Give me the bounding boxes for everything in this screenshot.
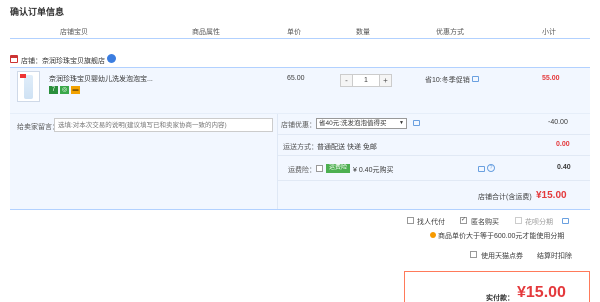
shipping-method: 普通配送 快递 免邮 <box>317 144 377 151</box>
insurance-checkbox[interactable] <box>316 165 323 172</box>
anonymous-checkbox[interactable]: ✓ <box>460 217 467 224</box>
shop-icon <box>10 55 18 63</box>
pay-for-other-label[interactable]: 找人代付 <box>417 217 445 227</box>
col-discount: 优惠方式 <box>436 29 464 36</box>
pay-for-other-checkbox[interactable] <box>407 217 414 224</box>
unit-price: 65.00 <box>287 75 305 82</box>
tmall-points-deduct: 结算时扣除 <box>537 253 572 260</box>
insurance-tag: 运费险 <box>326 164 350 173</box>
divider <box>278 134 590 135</box>
insurance-label: 运费险： <box>288 167 316 174</box>
item-promotion: 省10:冬季促销 <box>425 77 470 84</box>
insurance-amount: 0.40 <box>557 164 571 171</box>
divider <box>278 155 590 156</box>
tmall-points-checkbox[interactable] <box>470 251 477 258</box>
shop-name[interactable]: 店铺：奈润珍珠宝贝旗舰店 <box>21 56 105 66</box>
seller-message-field[interactable] <box>54 118 273 132</box>
message-label: 给卖家留言： <box>17 124 59 131</box>
installment-label[interactable]: 花呗分期 <box>525 217 553 227</box>
anonymous-label[interactable]: 匿名购买 <box>471 217 499 227</box>
discount-info-icon[interactable] <box>413 120 420 126</box>
item-subtotal: 55.00 <box>542 75 560 82</box>
store-total-value: ¥15.00 <box>536 190 567 201</box>
store-discount-label: 店铺优惠： <box>281 122 316 129</box>
location-pin-icon <box>430 232 436 238</box>
promo-info-icon[interactable] <box>472 76 479 82</box>
insurance-chat-icon[interactable] <box>478 166 485 172</box>
col-shop-item: 店铺宝贝 <box>60 29 88 36</box>
final-payment-label: 实付款： <box>486 295 514 302</box>
seller-message-input[interactable] <box>55 119 272 131</box>
tmall-points-label[interactable]: 使用天猫点券 <box>481 251 523 261</box>
page-title: 确认订单信息 <box>10 7 65 17</box>
credit-card-icon: ▬ <box>71 86 80 94</box>
quantity-input[interactable]: 1 <box>353 74 379 87</box>
divider <box>278 180 590 181</box>
seven-day-return-icon: 7 <box>49 86 58 94</box>
brand-badge-icon <box>107 54 116 63</box>
installment-note: 商品单价大于等于600.00元才能使用分期 <box>438 233 565 240</box>
col-price: 单价 <box>287 29 301 36</box>
insurance-text: ¥ 0.40元购买 <box>353 167 394 174</box>
divider <box>10 209 590 210</box>
installment-checkbox[interactable] <box>515 217 522 224</box>
col-quantity: 数量 <box>356 29 370 36</box>
quantity-stepper: - 1 + <box>340 74 392 87</box>
final-payment-value: ¥15.00 <box>517 284 566 301</box>
store-total-label: 店铺合计(含运费) <box>478 194 532 201</box>
col-subtotal: 小计 <box>542 29 556 36</box>
guarantee-icon: ◎ <box>60 86 69 94</box>
store-discount-amount: -40.00 <box>548 119 568 126</box>
col-attributes: 商品属性 <box>192 29 220 36</box>
increase-button[interactable]: + <box>379 74 392 87</box>
installment-info-icon[interactable] <box>562 218 569 224</box>
shipping-amount: 0.00 <box>556 141 570 148</box>
decrease-button[interactable]: - <box>340 74 353 87</box>
table-header: 店铺宝贝 商品属性 单价 数量 优惠方式 小计 <box>10 21 590 39</box>
product-thumbnail[interactable] <box>17 71 40 102</box>
store-discount-select[interactable]: 省40元:洗发泡泡值得买 <box>316 118 407 129</box>
help-icon[interactable]: ? <box>487 164 495 172</box>
divider <box>277 114 278 209</box>
shipping-label: 运送方式： <box>283 144 318 151</box>
product-name-link[interactable]: 奈润珍珠宝贝婴幼儿洗发泡泡宝... <box>49 74 159 84</box>
